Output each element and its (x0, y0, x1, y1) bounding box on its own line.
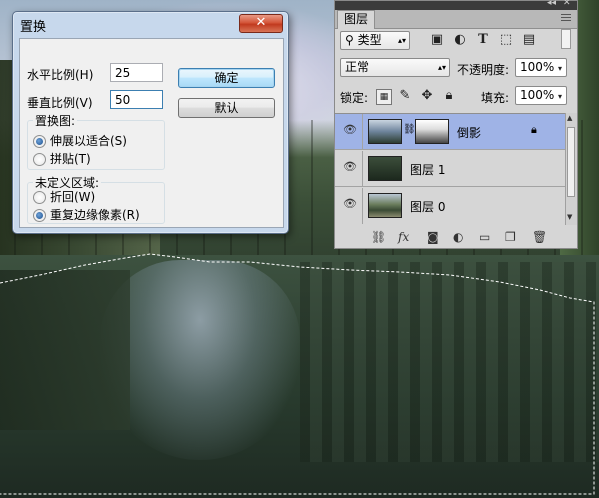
horizontal-scale-label: 水平比例(H) (27, 68, 94, 82)
visibility-cell[interactable]: 👁︎ (335, 114, 363, 150)
tile-radio[interactable]: 拼贴(T) (33, 152, 91, 168)
fill-value: 100% (520, 88, 555, 102)
opacity-dropdown-icon[interactable]: ▾ (553, 62, 567, 76)
layer-name[interactable]: 倒影 (457, 124, 481, 141)
dialog-body: 水平比例(H) 25 垂直比例(V) 50 确定 默认 置换图: 伸展以适合(S… (19, 38, 284, 228)
adjustment-filter-icon[interactable]: ◐ (453, 33, 467, 47)
scrollbar-thumb[interactable] (567, 127, 575, 197)
panel-header-strip: ◂◂ ✕ (335, 0, 577, 10)
panel-menu-icon[interactable] (561, 14, 571, 22)
trash-icon[interactable]: 🗑︎ (532, 230, 547, 244)
dialog-titlebar[interactable]: 置换 ✕ (13, 12, 288, 36)
lock-all-icon[interactable]: 🔒︎ (442, 89, 456, 103)
opacity-label: 不透明度: (457, 63, 510, 77)
repeat-edge-pixels-label: 重复边缘像素(R) (50, 208, 140, 222)
visibility-cell[interactable]: 👁︎ (335, 188, 363, 224)
type-filter-icon[interactable]: T (476, 33, 490, 47)
layer-filter-label: 类型 (357, 33, 382, 47)
layer-row-layer1[interactable]: 👁︎ 图层 1 (335, 151, 565, 187)
radio-dot-icon (33, 191, 46, 204)
repeat-edge-pixels-radio[interactable]: 重复边缘像素(R) (33, 208, 140, 224)
filter-toggle-switch[interactable] (561, 29, 571, 49)
horizontal-scale-input[interactable]: 25 (110, 63, 163, 82)
vertical-scale-input[interactable]: 50 (110, 90, 163, 109)
layer-thumbnail[interactable] (368, 156, 402, 181)
lock-icon: 🔒︎ (531, 123, 537, 136)
tab-layers[interactable]: 图层 (337, 10, 375, 29)
image-filter-icon[interactable]: ▣ (430, 33, 444, 47)
fx-icon[interactable]: fx (398, 230, 409, 244)
undefined-areas-group-label: 未定义区域: (33, 174, 102, 191)
radio-dot-icon (33, 153, 46, 166)
eye-icon[interactable]: 👁︎ (342, 124, 358, 136)
mask-icon[interactable]: ◙ (427, 230, 439, 244)
default-button[interactable]: 默认 (178, 98, 275, 118)
lock-transparent-pixels-icon[interactable]: ▦ (376, 89, 392, 105)
close-icon: ✕ (255, 15, 267, 30)
radio-dot-icon (33, 135, 46, 148)
displace-dialog: 置换 ✕ 水平比例(H) 25 垂直比例(V) 50 确定 默认 置换图: 伸展… (12, 11, 289, 234)
layer-list-scrollbar[interactable]: ▲ ▼ (565, 113, 577, 225)
layers-panel-footer: ⛓︎ fx ◙ ◐ ▭ ❐ 🗑︎ (335, 226, 577, 248)
wrap-around-label: 折回(W) (50, 190, 96, 204)
new-layer-icon[interactable]: ❐ (505, 230, 516, 244)
chain-link-icon[interactable]: ⛓︎ (403, 124, 416, 135)
lock-label: 锁定: (340, 91, 369, 105)
smart-object-filter-icon[interactable]: ▤ (522, 33, 536, 47)
stretch-to-fit-label: 伸展以适合(S) (50, 134, 127, 148)
ok-button[interactable]: 确定 (178, 68, 275, 88)
layer-thumbnail[interactable] (368, 193, 402, 218)
group-folder-icon[interactable]: ▭ (479, 230, 490, 244)
collapse-icon[interactable]: ◂◂ (547, 0, 556, 8)
close-panel-icon[interactable]: ✕ (563, 0, 571, 8)
close-button[interactable]: ✕ (239, 14, 283, 33)
layer-name[interactable]: 图层 1 (410, 161, 445, 178)
radio-dot-icon (33, 209, 46, 222)
fill-label: 填充: (481, 91, 510, 105)
blend-mode-value: 正常 (345, 60, 370, 74)
shape-filter-icon[interactable]: ⬚ (499, 33, 513, 47)
stretch-to-fit-radio[interactable]: 伸展以适合(S) (33, 134, 127, 150)
layer-filter-select[interactable]: ⚲ 类型 ▴▾ (340, 31, 410, 50)
eye-icon[interactable]: 👁︎ (342, 198, 358, 210)
displacement-map-group-label: 置换图: (33, 112, 78, 129)
adjustment-icon[interactable]: ◐ (453, 230, 463, 244)
layer-row-layer0[interactable]: 👁︎ 图层 0 (335, 188, 565, 224)
layer-list: 👁︎ ⛓︎ 倒影 🔒︎ 👁︎ 图层 1 👁︎ 图层 0 (335, 113, 565, 227)
link-icon[interactable]: ⛓︎ (371, 230, 386, 244)
blend-mode-select[interactable]: 正常 ▴▾ (340, 58, 450, 77)
updown-arrow-icon: ▴▾ (397, 36, 406, 45)
layer-mask-thumbnail[interactable] (415, 119, 449, 144)
panel-tabbar: 图层 (335, 10, 577, 29)
updown-arrow-icon: ▴▾ (437, 63, 446, 72)
lock-image-pixels-icon[interactable]: ✎ (398, 89, 412, 103)
lock-position-icon[interactable]: ✥ (420, 89, 434, 103)
eye-icon[interactable]: 👁︎ (342, 161, 358, 173)
visibility-cell[interactable]: 👁︎ (335, 151, 363, 187)
scroll-up-icon[interactable]: ▲ (567, 114, 572, 122)
opacity-value: 100% (520, 60, 555, 74)
vertical-scale-label: 垂直比例(V) (27, 96, 93, 110)
layer-name[interactable]: 图层 0 (410, 198, 445, 215)
layer-row-reflection[interactable]: 👁︎ ⛓︎ 倒影 🔒︎ (335, 114, 565, 150)
layer-thumbnail[interactable] (368, 119, 402, 144)
wrap-around-radio[interactable]: 折回(W) (33, 190, 95, 206)
search-icon: ⚲ (345, 33, 354, 47)
scroll-down-icon[interactable]: ▼ (567, 213, 572, 221)
dialog-title: 置换 (20, 20, 47, 35)
tile-label: 拼贴(T) (50, 152, 91, 166)
layers-panel: ◂◂ ✕ 图层 ⚲ 类型 ▴▾ ▣ ◐ T ⬚ ▤ 正常 ▴▾ 不透明度: 10… (334, 0, 578, 249)
fill-dropdown-icon[interactable]: ▾ (553, 90, 567, 104)
